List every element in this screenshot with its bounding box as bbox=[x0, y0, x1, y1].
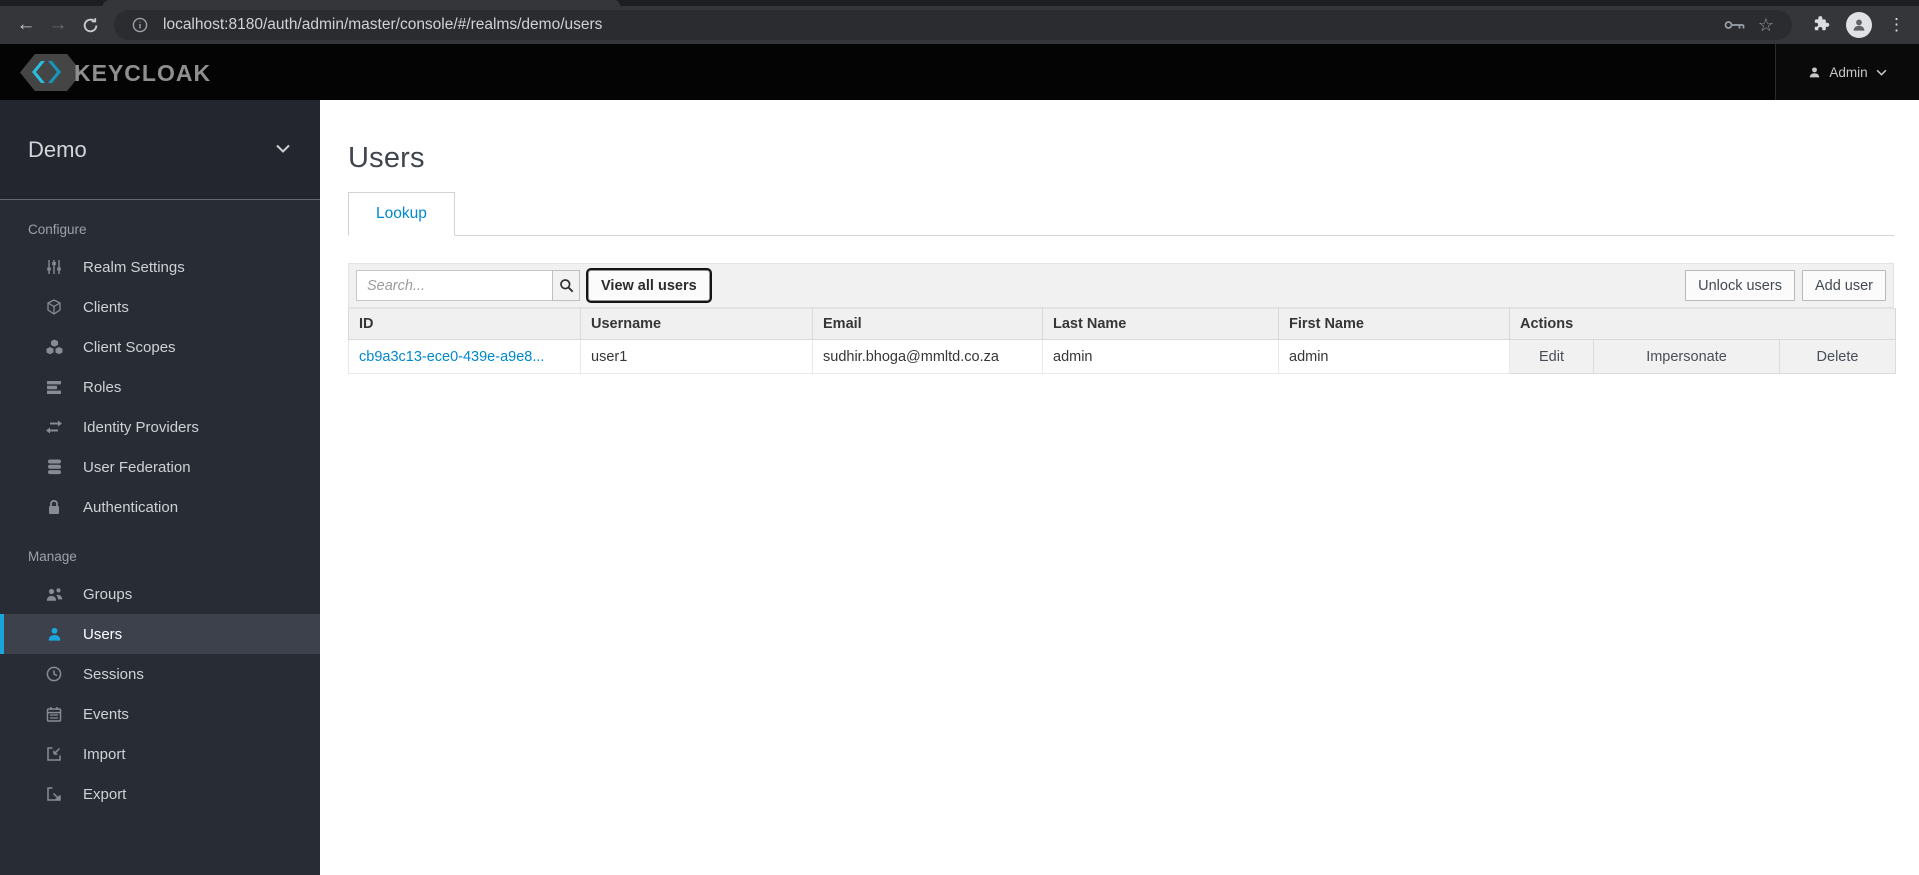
sidebar-item-identity-providers[interactable]: Identity Providers bbox=[0, 407, 320, 447]
browser-chrome: ← → localhost:8180/auth/admin/master/con… bbox=[0, 0, 1919, 44]
keycloak-header: KEYCLOAK Admin bbox=[0, 44, 1919, 100]
edit-action[interactable]: Edit bbox=[1509, 339, 1594, 374]
sidebar-item-label: Groups bbox=[83, 585, 133, 603]
browser-toolbar: ← → localhost:8180/auth/admin/master/con… bbox=[0, 6, 1919, 44]
add-user-button[interactable]: Add user bbox=[1801, 270, 1886, 301]
realm-caret-down-icon bbox=[276, 144, 290, 153]
toolbar-right-actions: Unlock users Add user bbox=[1685, 270, 1886, 301]
sidebar-item-label: Export bbox=[83, 785, 127, 803]
cube-icon bbox=[45, 298, 63, 316]
unlock-users-button[interactable]: Unlock users bbox=[1685, 270, 1795, 301]
sidebar: Demo Configure Realm Settings Clients Cl… bbox=[0, 100, 320, 875]
sidebar-item-label: Import bbox=[83, 745, 126, 763]
tab-lookup[interactable]: Lookup bbox=[348, 192, 455, 236]
admin-person-icon bbox=[1810, 66, 1820, 77]
browser-menu-icon[interactable]: ⋮ bbox=[1888, 15, 1905, 35]
view-all-users-button[interactable]: View all users bbox=[588, 270, 710, 301]
bookmark-star-icon[interactable]: ☆ bbox=[1758, 15, 1774, 36]
arrow-out-of-box-icon bbox=[45, 785, 63, 803]
cell-first-name: admin bbox=[1278, 339, 1510, 374]
sidebar-item-label: User Federation bbox=[83, 458, 191, 476]
database-icon bbox=[45, 458, 63, 476]
column-header-actions: Actions bbox=[1508, 308, 1897, 340]
realm-name: Demo bbox=[28, 136, 87, 162]
address-bar[interactable]: localhost:8180/auth/admin/master/console… bbox=[114, 10, 1792, 40]
column-header-first-name: First Name bbox=[1278, 308, 1510, 340]
sidebar-item-label: Identity Providers bbox=[83, 418, 199, 436]
sidebar-item-label: Roles bbox=[83, 378, 122, 396]
cell-id: cb9a3c13-ece0-439e-a9e8... bbox=[348, 339, 581, 374]
keycloak-logo: KEYCLOAK bbox=[20, 52, 220, 92]
reload-icon[interactable] bbox=[74, 10, 106, 40]
keycloak-logo-right-chevron-icon bbox=[48, 61, 61, 83]
key-icon[interactable] bbox=[1724, 19, 1746, 31]
people-icon bbox=[45, 585, 63, 603]
users-toolbar: View all users Unlock users Add user bbox=[348, 263, 1894, 308]
sidebar-item-label: Users bbox=[83, 625, 123, 643]
page-title: Users bbox=[348, 142, 425, 174]
search-button[interactable] bbox=[552, 270, 580, 301]
cubes-icon bbox=[45, 338, 63, 356]
info-icon[interactable] bbox=[132, 17, 148, 33]
sidebar-item-label: Sessions bbox=[83, 665, 144, 683]
back-icon[interactable]: ← bbox=[10, 10, 42, 40]
sidebar-item-label: Client Scopes bbox=[83, 338, 176, 356]
sidebar-section-manage: Manage bbox=[28, 549, 77, 564]
keycloak-logo-text: KEYCLOAK bbox=[74, 60, 212, 86]
profile-avatar-icon[interactable] bbox=[1846, 12, 1872, 38]
clock-icon bbox=[45, 665, 63, 683]
column-header-id: ID bbox=[348, 308, 581, 340]
admin-caret-down-icon bbox=[1876, 69, 1887, 76]
sidebar-item-events[interactable]: Events bbox=[0, 694, 320, 734]
sidebar-nav-configure: Realm Settings Clients Client Scopes Rol… bbox=[0, 247, 320, 527]
sidebar-item-label: Authentication bbox=[83, 498, 179, 516]
sidebar-item-groups[interactable]: Groups bbox=[0, 574, 320, 614]
sidebar-item-sessions[interactable]: Sessions bbox=[0, 654, 320, 694]
cell-username: user1 bbox=[580, 339, 813, 374]
admin-user-label: Admin bbox=[1829, 64, 1868, 80]
sidebar-item-authentication[interactable]: Authentication bbox=[0, 487, 320, 527]
cell-email: sudhir.bhoga@mmltd.co.za bbox=[812, 339, 1043, 374]
main-content: Users Lookup View all users Unlock users… bbox=[320, 100, 1919, 875]
sidebar-item-realm-settings[interactable]: Realm Settings bbox=[0, 247, 320, 287]
sliders-icon bbox=[45, 258, 63, 276]
url-text[interactable]: localhost:8180/auth/admin/master/console… bbox=[163, 16, 1718, 34]
sidebar-item-client-scopes[interactable]: Client Scopes bbox=[0, 327, 320, 367]
forward-icon[interactable]: → bbox=[42, 10, 74, 40]
column-header-username: Username bbox=[580, 308, 813, 340]
sidebar-item-roles[interactable]: Roles bbox=[0, 367, 320, 407]
list-rows-icon bbox=[45, 378, 63, 396]
sidebar-nav-manage: Groups Users Sessions Events Import Expo… bbox=[0, 574, 320, 814]
sidebar-item-export[interactable]: Export bbox=[0, 774, 320, 814]
sidebar-item-users[interactable]: Users bbox=[0, 614, 320, 654]
delete-action[interactable]: Delete bbox=[1778, 339, 1897, 374]
sidebar-item-label: Events bbox=[83, 705, 129, 723]
sidebar-item-user-federation[interactable]: User Federation bbox=[0, 447, 320, 487]
table-header-row: ID Username Email Last Name First Name A… bbox=[348, 308, 1897, 340]
search-icon bbox=[559, 279, 573, 293]
table-row: cb9a3c13-ece0-439e-a9e8... user1 sudhir.… bbox=[348, 339, 1897, 374]
calendar-icon bbox=[45, 705, 63, 723]
lock-icon bbox=[45, 498, 63, 516]
sidebar-section-configure: Configure bbox=[28, 222, 87, 237]
user-id-link[interactable]: cb9a3c13-ece0-439e-a9e8... bbox=[359, 349, 544, 365]
search-input[interactable] bbox=[356, 270, 553, 301]
keycloak-logo-left-chevron-icon bbox=[32, 61, 45, 83]
exchange-arrows-icon bbox=[45, 418, 63, 436]
arrow-into-box-icon bbox=[45, 745, 63, 763]
tab-bar: Lookup bbox=[348, 192, 1894, 236]
realm-selector[interactable]: Demo bbox=[0, 100, 320, 200]
cell-last-name: admin bbox=[1042, 339, 1279, 374]
sidebar-item-label: Realm Settings bbox=[83, 258, 185, 276]
person-icon bbox=[45, 625, 63, 643]
sidebar-item-import[interactable]: Import bbox=[0, 734, 320, 774]
sidebar-item-clients[interactable]: Clients bbox=[0, 287, 320, 327]
admin-user-menu[interactable]: Admin bbox=[1775, 44, 1919, 100]
impersonate-action[interactable]: Impersonate bbox=[1593, 339, 1780, 374]
column-header-email: Email bbox=[812, 308, 1043, 340]
sidebar-item-label: Clients bbox=[83, 298, 129, 316]
extensions-puzzle-icon[interactable] bbox=[1812, 16, 1830, 34]
users-table: ID Username Email Last Name First Name A… bbox=[348, 308, 1897, 374]
column-header-last-name: Last Name bbox=[1042, 308, 1279, 340]
